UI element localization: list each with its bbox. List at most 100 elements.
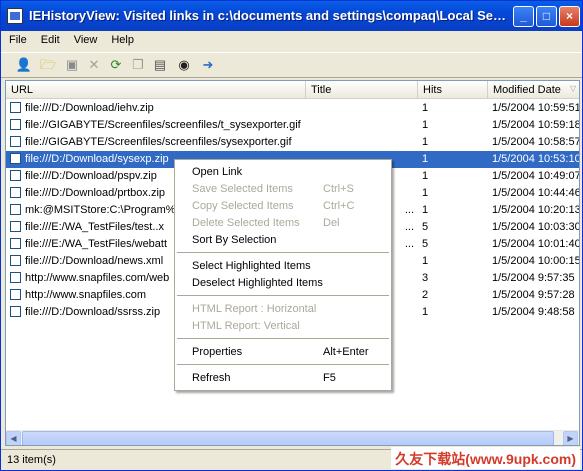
cell-hits: 1 — [422, 119, 429, 131]
cell-modified: 1/5/2004 10:20:13 — [492, 204, 580, 216]
cell-hits: 1 — [422, 153, 429, 165]
refresh-icon[interactable]: ⟳ — [107, 56, 125, 74]
table-row[interactable]: file://GIGABYTE/Screenfiles/screenfiles/… — [6, 117, 580, 134]
menu-refresh[interactable]: Refresh F5 — [175, 370, 391, 387]
cell-hits: 5 — [422, 221, 429, 233]
cell-url: file://GIGABYTE/Screenfiles/screenfiles/… — [25, 119, 301, 131]
menu-sort-by-selection[interactable]: Sort By Selection — [175, 232, 391, 249]
menu-file[interactable]: File — [1, 31, 33, 46]
menu-save-selected: Save Selected Items Ctrl+S — [175, 181, 391, 198]
scroll-left-icon[interactable]: ◀ — [6, 431, 21, 445]
toolbar: 👤 🗁 ▣ ✕ ⟳ ❐ ▤ ◉ ➜ — [1, 52, 582, 78]
menu-bar: File Edit View Help — [1, 31, 582, 51]
cell-hits: 1 — [422, 255, 429, 267]
scroll-right-icon[interactable]: ▶ — [563, 431, 578, 445]
cell-modified: 1/5/2004 10:53:10 — [492, 153, 580, 165]
save-icon[interactable]: ▣ — [63, 56, 81, 74]
row-checkbox[interactable] — [10, 187, 21, 198]
menu-open-link-label: Open Link — [192, 166, 243, 178]
context-menu: Open Link Save Selected Items Ctrl+S Copy… — [174, 159, 392, 391]
menu-separator — [177, 364, 389, 365]
person-icon[interactable]: 👤 — [15, 56, 33, 74]
title-bar[interactable]: IEHistoryView: Visited links in c:\docum… — [1, 1, 582, 31]
menu-save-shortcut: Ctrl+S — [323, 183, 354, 195]
menu-save-label: Save Selected Items — [192, 183, 293, 195]
cell-modified: 1/5/2004 10:00:15 — [492, 255, 580, 267]
menu-properties-shortcut: Alt+Enter — [323, 346, 369, 358]
menu-delete-selected: Delete Selected Items Del — [175, 215, 391, 232]
menu-delete-shortcut: Del — [323, 217, 340, 229]
menu-select-highlighted[interactable]: Select Highlighted Items — [175, 258, 391, 275]
cell-modified: 1/5/2004 9:57:28 — [492, 289, 575, 301]
menu-deselect-highlighted[interactable]: Deselect Highlighted Items — [175, 275, 391, 292]
column-title[interactable]: Title — [306, 81, 418, 99]
cell-modified: 1/5/2004 9:48:58 — [492, 306, 575, 318]
cell-modified: 1/5/2004 10:01:40 — [492, 238, 580, 250]
main-window: IEHistoryView: Visited links in c:\docum… — [0, 0, 583, 471]
cell-modified: 1/5/2004 10:59:18 — [492, 119, 580, 131]
menu-help[interactable]: Help — [103, 31, 140, 46]
minimize-button[interactable]: _ — [513, 6, 534, 27]
menu-html-vertical: HTML Report: Vertical — [175, 318, 391, 335]
menu-edit[interactable]: Edit — [33, 31, 66, 46]
find-icon[interactable]: ◉ — [175, 56, 193, 74]
row-checkbox[interactable] — [10, 119, 21, 130]
menu-copy-shortcut: Ctrl+C — [323, 200, 355, 212]
column-hits[interactable]: Hits — [418, 81, 488, 99]
row-checkbox[interactable] — [10, 170, 21, 181]
menu-refresh-label: Refresh — [192, 372, 231, 384]
table-row[interactable]: file:///D:/Download/iehv.zip 1 1/5/2004 10… — [6, 100, 580, 117]
exit-icon[interactable]: ➜ — [199, 56, 217, 74]
menu-copy-selected: Copy Selected Items Ctrl+C — [175, 198, 391, 215]
menu-delete-label: Delete Selected Items — [192, 217, 300, 229]
app-icon — [7, 8, 23, 24]
menu-refresh-shortcut: F5 — [323, 372, 336, 384]
copy-icon[interactable]: ❐ — [129, 56, 147, 74]
watermark: 久友下载站(www.9upk.com) — [391, 447, 580, 469]
cell-hits: 2 — [422, 289, 429, 301]
cell-hits: 1 — [422, 306, 429, 318]
cell-modified: 1/5/2004 10:44:46 — [492, 187, 580, 199]
horizontal-scrollbar[interactable]: ◀ ▶ — [6, 430, 579, 445]
menu-html-vertical-label: HTML Report: Vertical — [192, 320, 300, 332]
menu-html-horizontal: HTML Report : Horizontal — [175, 301, 391, 318]
cell-hits: 1 — [422, 187, 429, 199]
menu-deselect-label: Deselect Highlighted Items — [192, 277, 323, 289]
row-checkbox[interactable] — [10, 204, 21, 215]
row-checkbox[interactable] — [10, 153, 21, 164]
row-checkbox[interactable] — [10, 255, 21, 266]
cell-hits: 1 — [422, 204, 429, 216]
menu-separator — [177, 295, 389, 296]
row-checkbox[interactable] — [10, 306, 21, 317]
column-modified-label: Modified Date — [493, 84, 561, 96]
menu-separator — [177, 338, 389, 339]
cell-hits: 5 — [422, 238, 429, 250]
menu-properties[interactable]: Properties Alt+Enter — [175, 344, 391, 361]
row-checkbox[interactable] — [10, 289, 21, 300]
cell-modified: 1/5/2004 10:03:30 — [492, 221, 580, 233]
row-checkbox[interactable] — [10, 272, 21, 283]
delete-icon[interactable]: ✕ — [85, 56, 103, 74]
window-title: IEHistoryView: Visited links in c:\docum… — [29, 8, 507, 23]
properties-icon[interactable]: ▤ — [151, 56, 169, 74]
folder-open-icon[interactable]: 🗁 — [39, 56, 57, 74]
column-url[interactable]: URL — [6, 81, 306, 99]
item-count: 13 item(s) — [7, 454, 56, 466]
sort-arrow-icon: ▽ — [570, 84, 577, 93]
maximize-button[interactable]: □ — [536, 6, 557, 27]
column-modified-date[interactable]: Modified Date ▽ — [488, 81, 579, 99]
scroll-thumb[interactable] — [22, 431, 554, 445]
cell-hits: 1 — [422, 102, 429, 114]
menu-select-label: Select Highlighted Items — [192, 260, 311, 272]
menu-view[interactable]: View — [66, 31, 104, 46]
menu-sort-label: Sort By Selection — [192, 234, 277, 246]
row-checkbox[interactable] — [10, 102, 21, 113]
close-button[interactable]: × — [559, 6, 580, 27]
cell-modified: 1/5/2004 10:49:07 — [492, 170, 580, 182]
row-checkbox[interactable] — [10, 221, 21, 232]
row-checkbox[interactable] — [10, 136, 21, 147]
menu-open-link[interactable]: Open Link — [175, 164, 391, 181]
row-checkbox[interactable] — [10, 238, 21, 249]
cell-modified: 1/5/2004 10:59:51 — [492, 102, 580, 114]
table-row[interactable]: file://GIGABYTE/Screenfiles/screenfiles/… — [6, 134, 579, 151]
